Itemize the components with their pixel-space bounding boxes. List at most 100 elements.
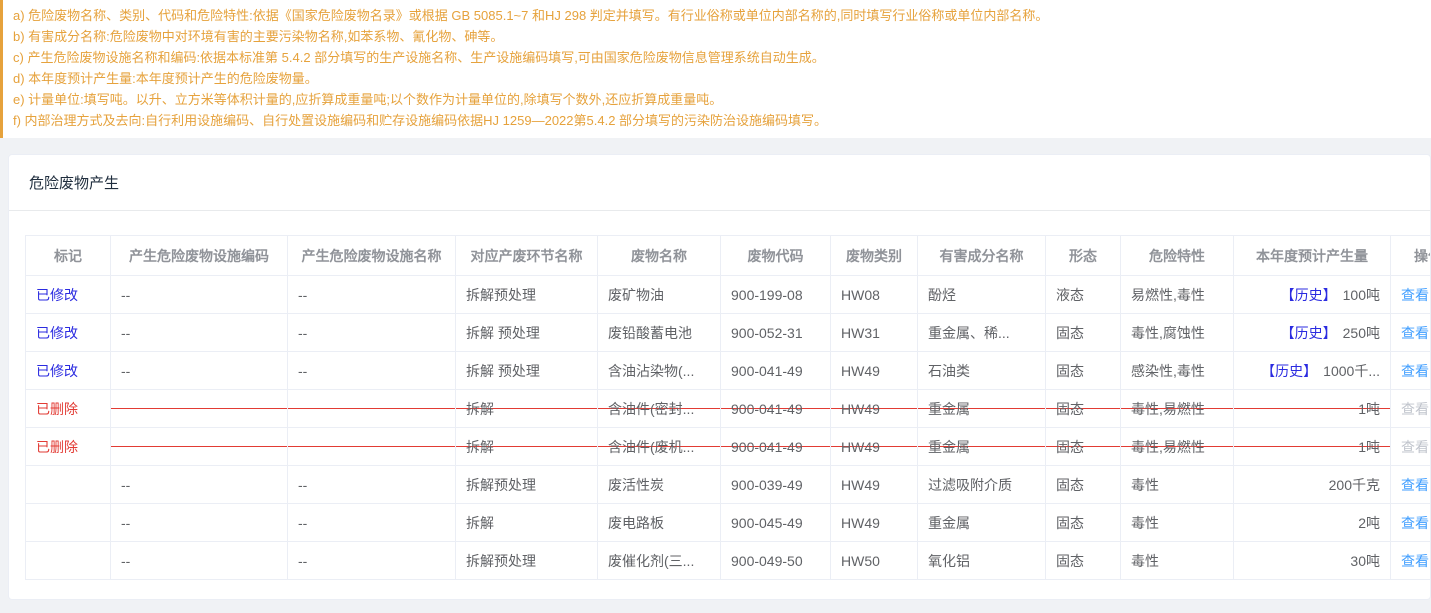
hazard-cell: 毒性,腐蚀性 bbox=[1121, 314, 1234, 352]
category-cell: HW49 bbox=[831, 504, 918, 542]
hazard-cell: 毒性 bbox=[1121, 542, 1234, 580]
action-cell: 查看 bbox=[1391, 428, 1431, 466]
table-row: 已修改----拆解预处理废矿物油900-199-08HW08酚烃液态易燃性,毒性… bbox=[26, 276, 1431, 314]
action-cell: 查看 bbox=[1391, 352, 1431, 390]
page: a) 危险废物名称、类别、代码和危险特性:依据《国家危险废物名录》或根据 GB … bbox=[0, 0, 1431, 600]
table-row: 已修改----拆解 预处理废铅酸蓄电池900-052-31HW31重金属、稀..… bbox=[26, 314, 1431, 352]
facility-code-cell: -- bbox=[111, 466, 288, 504]
waste-code-cell: 900-045-49 bbox=[721, 504, 831, 542]
waste-name-cell: 含油沾染物(... bbox=[598, 352, 721, 390]
action-cell: 查看 bbox=[1391, 390, 1431, 428]
table-row: ----拆解预处理废催化剂(三...900-049-50HW50氧化铝固态毒性3… bbox=[26, 542, 1431, 580]
column-header-5: 废物名称 bbox=[598, 236, 721, 276]
stage-cell: 拆解 bbox=[456, 428, 598, 466]
table-row: ----拆解废电路板900-045-49HW49重金属固态毒性2吨查看 bbox=[26, 504, 1431, 542]
facility-name-cell bbox=[288, 390, 456, 428]
column-header-9: 形态 bbox=[1046, 236, 1121, 276]
category-cell: HW49 bbox=[831, 352, 918, 390]
hazardous-waste-table: 标记产生危险废物设施编码产生危险废物设施名称对应产废环节名称废物名称废物代码废物… bbox=[25, 235, 1430, 580]
harmful-cell: 石油类 bbox=[918, 352, 1046, 390]
category-cell: HW49 bbox=[831, 428, 918, 466]
form-cell: 固态 bbox=[1046, 428, 1121, 466]
hazard-cell: 毒性 bbox=[1121, 466, 1234, 504]
stage-cell: 拆解预处理 bbox=[456, 466, 598, 504]
stage-cell: 拆解 预处理 bbox=[456, 314, 598, 352]
note-line-a: a) 危险废物名称、类别、代码和危险特性:依据《国家危险废物名录》或根据 GB … bbox=[13, 5, 1417, 26]
view-link[interactable]: 查看 bbox=[1401, 325, 1429, 341]
waste-name-cell: 含油件(废机... bbox=[598, 428, 721, 466]
category-cell: HW08 bbox=[831, 276, 918, 314]
mark-cell: 已删除 bbox=[26, 428, 111, 466]
action-cell: 查看 bbox=[1391, 466, 1431, 504]
mark-cell bbox=[26, 504, 111, 542]
amount-cell: 2吨 bbox=[1234, 504, 1391, 542]
waste-code-cell: 900-041-49 bbox=[721, 390, 831, 428]
hazard-cell: 易燃性,毒性 bbox=[1121, 276, 1234, 314]
form-cell: 固态 bbox=[1046, 390, 1121, 428]
facility-name-cell: -- bbox=[288, 504, 456, 542]
mark-cell: 已修改 bbox=[26, 276, 111, 314]
stage-cell: 拆解预处理 bbox=[456, 542, 598, 580]
column-header-2: 产生危险废物设施编码 bbox=[111, 236, 288, 276]
view-link[interactable]: 查看 bbox=[1401, 515, 1429, 531]
waste-code-cell: 900-199-08 bbox=[721, 276, 831, 314]
mark-cell: 已删除 bbox=[26, 390, 111, 428]
facility-name-cell: -- bbox=[288, 314, 456, 352]
mark-cell: 已修改 bbox=[26, 314, 111, 352]
note-line-c: c) 产生危险废物设施名称和编码:依据本标准第 5.4.2 部分填写的生产设施名… bbox=[13, 47, 1417, 68]
waste-name-cell: 废活性炭 bbox=[598, 466, 721, 504]
mark-cell: 已修改 bbox=[26, 352, 111, 390]
column-header-8: 有害成分名称 bbox=[918, 236, 1046, 276]
facility-name-cell: -- bbox=[288, 542, 456, 580]
column-header-10: 危险特性 bbox=[1121, 236, 1234, 276]
amount-cell: 1吨 bbox=[1234, 390, 1391, 428]
note-line-d: d) 本年度预计产生量:本年度预计产生的危险废物量。 bbox=[13, 68, 1417, 89]
history-tag: 【历史】 bbox=[1281, 325, 1337, 341]
hazard-cell: 毒性 bbox=[1121, 504, 1234, 542]
facility-code-cell: -- bbox=[111, 542, 288, 580]
column-header-11: 本年度预计产生量 bbox=[1234, 236, 1391, 276]
stage-cell: 拆解 预处理 bbox=[456, 352, 598, 390]
form-cell: 固态 bbox=[1046, 466, 1121, 504]
waste-code-cell: 900-049-50 bbox=[721, 542, 831, 580]
waste-name-cell: 废电路板 bbox=[598, 504, 721, 542]
view-link[interactable]: 查看 bbox=[1401, 553, 1429, 569]
column-header-6: 废物代码 bbox=[721, 236, 831, 276]
hazardous-waste-card: 危险废物产生 标记产生危险废物设施编码产生危险废物设施名称对应产废环节名称废物名… bbox=[8, 154, 1431, 600]
harmful-cell: 重金属 bbox=[918, 428, 1046, 466]
form-cell: 固态 bbox=[1046, 542, 1121, 580]
note-line-f: f) 内部治理方式及去向:自行利用设施编码、自行处置设施编码和贮存设施编码依据H… bbox=[13, 110, 1417, 131]
column-header-7: 废物类别 bbox=[831, 236, 918, 276]
form-cell: 固态 bbox=[1046, 352, 1121, 390]
amount-cell: 30吨 bbox=[1234, 542, 1391, 580]
action-cell: 查看 bbox=[1391, 276, 1431, 314]
form-cell: 固态 bbox=[1046, 314, 1121, 352]
view-link[interactable]: 查看 bbox=[1401, 287, 1429, 303]
harmful-cell: 过滤吸附介质 bbox=[918, 466, 1046, 504]
form-cell: 液态 bbox=[1046, 276, 1121, 314]
column-header-3: 产生危险废物设施名称 bbox=[288, 236, 456, 276]
action-cell: 查看 bbox=[1391, 314, 1431, 352]
facility-name-cell: -- bbox=[288, 352, 456, 390]
note-line-e: e) 计量单位:填写吨。以升、立方米等体积计量的,应折算成重量吨;以个数作为计量… bbox=[13, 89, 1417, 110]
history-tag: 【历史】 bbox=[1281, 287, 1337, 303]
waste-name-cell: 废矿物油 bbox=[598, 276, 721, 314]
stage-cell: 拆解 bbox=[456, 504, 598, 542]
waste-name-cell: 含油件(密封... bbox=[598, 390, 721, 428]
table-header-row: 标记产生危险废物设施编码产生危险废物设施名称对应产废环节名称废物名称废物代码废物… bbox=[26, 236, 1431, 276]
view-link: 查看 bbox=[1401, 439, 1429, 455]
stage-cell: 拆解 bbox=[456, 390, 598, 428]
harmful-cell: 重金属 bbox=[918, 504, 1046, 542]
facility-code-cell: -- bbox=[111, 276, 288, 314]
hazard-cell: 感染性,毒性 bbox=[1121, 352, 1234, 390]
view-link[interactable]: 查看 bbox=[1401, 363, 1429, 379]
harmful-cell: 酚烃 bbox=[918, 276, 1046, 314]
card-title: 危险废物产生 bbox=[29, 175, 119, 192]
hazard-cell: 毒性,易燃性 bbox=[1121, 428, 1234, 466]
view-link: 查看 bbox=[1401, 401, 1429, 417]
view-link[interactable]: 查看 bbox=[1401, 477, 1429, 493]
category-cell: HW49 bbox=[831, 466, 918, 504]
table-row-deleted: 已删除拆解含油件(废机...900-041-49HW49重金属固态毒性,易燃性1… bbox=[26, 428, 1431, 466]
mark-cell bbox=[26, 542, 111, 580]
column-header-4: 对应产废环节名称 bbox=[456, 236, 598, 276]
